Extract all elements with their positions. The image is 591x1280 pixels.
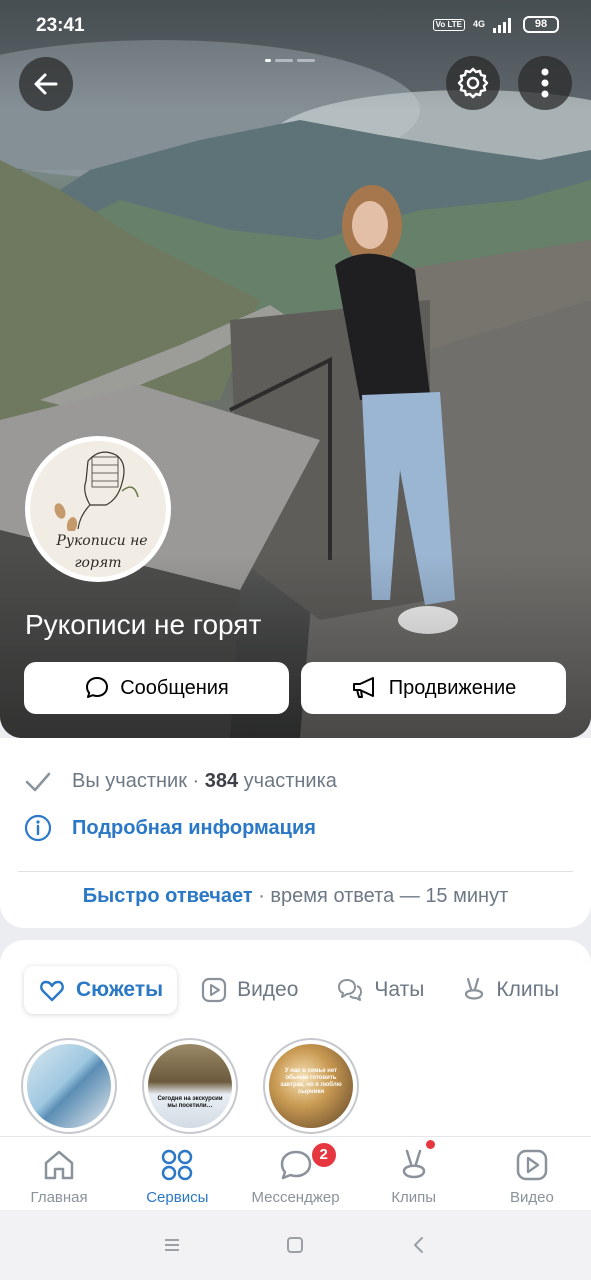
tab-video[interactable]: Видео [187,966,312,1014]
membership-text: Вы участник · 384 участника [72,770,337,792]
story-thumbnail[interactable]: Сегодня на экскурсии мы посетили… [142,1038,238,1134]
message-bubble-icon [86,677,109,698]
messages-button[interactable]: Сообщения [24,662,289,714]
back-system-icon[interactable] [409,1235,429,1255]
stories-list: Сегодня на экскурсии мы посетили… У нас … [21,1038,359,1134]
nav-clips[interactable]: Клипы [355,1137,473,1210]
bottom-navigation: Главная Сервисы 2 Мессенджер Клипы Видео [0,1136,591,1210]
back-button[interactable] [19,57,73,111]
recents-icon[interactable] [162,1236,182,1254]
nav-messenger-label: Мессенджер [251,1189,340,1206]
home-icon [44,1150,74,1180]
battery-indicator: 98 [523,16,559,33]
network-type: 4G [472,19,485,29]
heart-story-icon [40,980,64,1002]
response-time-row: Быстро отвечает · время ответа — 15 мину… [0,885,591,908]
story-image: У нас в семье нет обычая готовить завтра… [269,1044,353,1128]
clips-icon [465,977,484,1000]
group-cover[interactable]: 23:41 Vo LTE 4G 98 Рукописи не горят Рук… [0,0,591,738]
avatar-text-line1: Рукописи не [56,533,148,549]
notification-dot [425,1140,435,1149]
video-icon [516,1149,548,1181]
nav-services-label: Сервисы [146,1189,209,1206]
avatar-illustration [54,451,139,531]
group-avatar[interactable]: Рукописи не горят [25,436,171,582]
video-icon [201,977,227,1003]
tab-clips[interactable]: Клипы [448,966,573,1014]
status-bar: 23:41 Vo LTE 4G 98 [0,0,591,52]
group-name: Рукописи не горят [25,609,262,640]
content-section: Сюжеты Видео Чаты Клипы Сегодня на экску… [0,940,591,1140]
arrow-left-icon [34,73,58,95]
home-system-icon[interactable] [285,1235,305,1255]
gear-icon [457,67,489,99]
messages-label: Сообщения [120,676,229,699]
membership-row[interactable]: Вы участник · 384 участника [24,770,337,793]
content-tabs: Сюжеты Видео Чаты Клипы [24,966,573,1014]
story-image: Сегодня на экскурсии мы посетили… [148,1044,232,1128]
details-label: Подробная информация [72,816,316,839]
megaphone-icon [352,677,374,698]
nav-services[interactable]: Сервисы [118,1137,236,1210]
nav-clips-label: Клипы [391,1189,437,1206]
signal-icon [493,17,511,33]
cover-pager [265,59,315,62]
avatar-text-line2: горят [74,555,122,571]
status-time: 23:41 [36,15,85,36]
tab-chats[interactable]: Чаты [322,966,438,1014]
promotion-button[interactable]: Продвижение [301,662,566,714]
system-navigation [0,1210,591,1280]
story-thumbnail[interactable] [21,1038,117,1134]
settings-button[interactable] [446,56,500,110]
promotion-label: Продвижение [388,676,517,699]
nav-home[interactable]: Главная [0,1137,118,1210]
fast-reply-label: Быстро отвечает [82,885,253,907]
pager-dot [275,59,293,62]
nav-video[interactable]: Видео [473,1137,591,1210]
details-row[interactable]: Подробная информация [24,814,316,842]
tab-video-label: Видео [237,978,299,1001]
info-icon [24,814,52,842]
status-icons: Vo LTE 4G 98 [432,16,559,33]
tab-stories[interactable]: Сюжеты [24,966,178,1014]
check-icon [25,772,51,791]
unread-badge: 2 [309,1141,338,1169]
story-image [27,1044,111,1128]
clips-icon [402,1149,425,1179]
divider [18,871,573,872]
services-icon [162,1149,193,1181]
nav-home-label: Главная [30,1189,88,1206]
messenger-icon [280,1150,311,1180]
more-options-button[interactable] [518,56,572,110]
volte-icon: Vo LTE [432,18,465,31]
nav-messenger[interactable]: 2 Мессенджер [236,1137,354,1210]
group-info-card: Вы участник · 384 участника Подробная ин… [0,738,591,928]
tab-clips-label: Клипы [496,978,560,1001]
tab-chats-label: Чаты [374,978,425,1001]
reply-time-text: · время ответа — 15 минут [252,885,509,907]
tab-stories-label: Сюжеты [76,978,164,1001]
pager-dot-active [265,59,271,62]
story-thumbnail[interactable]: У нас в семье нет обычая готовить завтра… [263,1038,359,1134]
chats-icon [338,979,363,1001]
avatar-image: Рукописи не горят [30,441,166,577]
more-vertical-icon [541,68,549,98]
nav-video-label: Видео [510,1189,554,1206]
pager-dot [297,59,315,62]
